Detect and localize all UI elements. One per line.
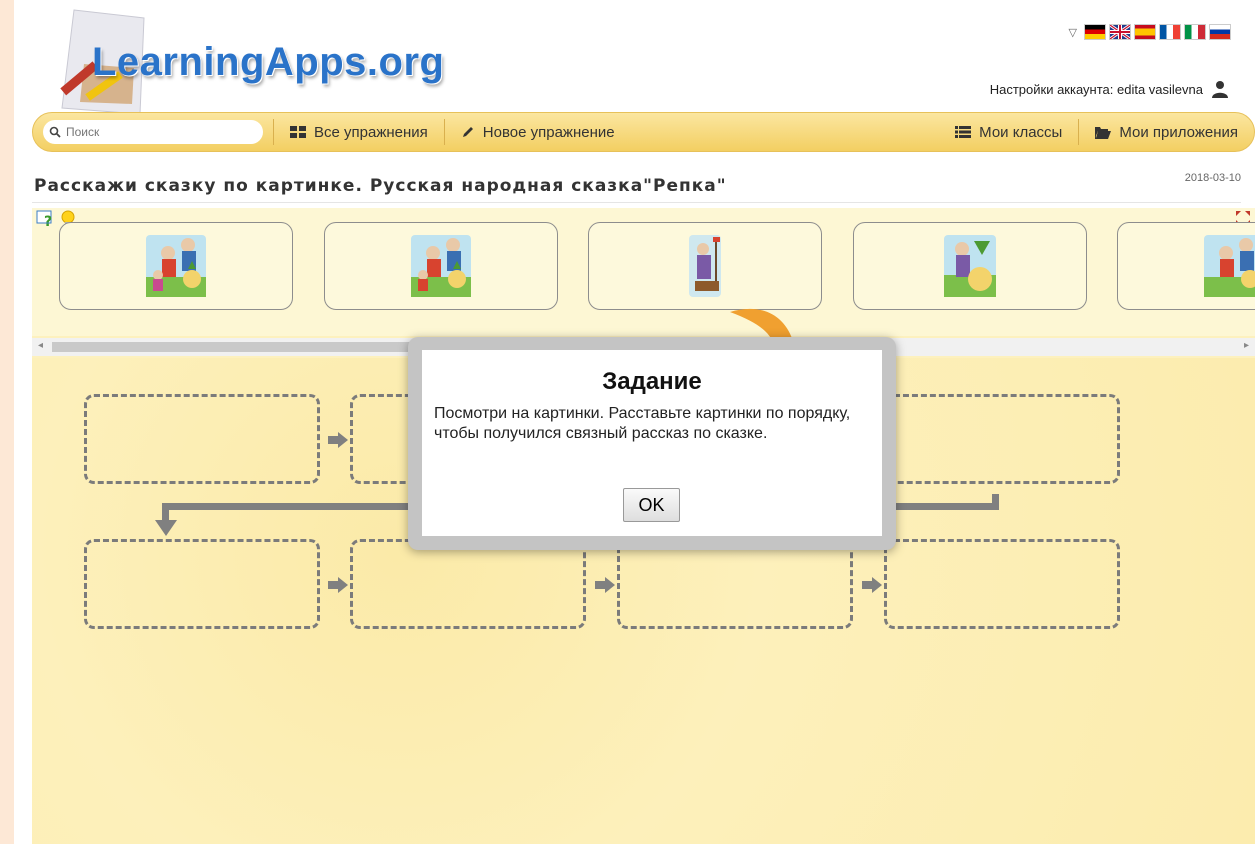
ok-button[interactable]: OK bbox=[623, 488, 680, 522]
pencil-icon bbox=[462, 127, 473, 137]
drop-slot[interactable] bbox=[884, 539, 1120, 629]
flag-es-icon[interactable] bbox=[1134, 24, 1156, 40]
scroll-right-arrow-icon[interactable]: ▸ bbox=[1244, 340, 1249, 351]
grandfather-planting-icon bbox=[689, 235, 721, 297]
search-input[interactable] bbox=[64, 124, 248, 140]
flag-ru-icon[interactable] bbox=[1209, 24, 1231, 40]
user-icon[interactable] bbox=[1211, 80, 1229, 98]
nav-new-exercise[interactable]: Новое упражнение bbox=[445, 113, 631, 151]
page: LearningApps.org ▽ Настройки аккаунта: e… bbox=[14, 0, 1255, 844]
family-pulling-turnip-icon bbox=[411, 235, 471, 297]
caret-down-icon[interactable]: ▽ bbox=[1069, 26, 1077, 39]
drop-slot[interactable] bbox=[84, 394, 320, 484]
card-strip: ? bbox=[32, 208, 1255, 336]
nav-all-exercises[interactable]: Все упражнения bbox=[274, 113, 444, 151]
search-icon bbox=[49, 126, 61, 138]
nav-my-apps[interactable]: Мои приложения bbox=[1079, 113, 1254, 151]
arrow-right-icon bbox=[595, 577, 615, 593]
nav-my-classes-label[interactable]: Мои классы bbox=[979, 124, 1062, 141]
family-pulling-turnip-icon bbox=[1204, 235, 1255, 297]
help-icon[interactable]: ? bbox=[36, 210, 58, 228]
divider bbox=[32, 202, 1241, 203]
arrow-right-icon bbox=[328, 577, 348, 593]
grandfather-with-turnip-icon bbox=[944, 235, 996, 297]
nav-my-classes[interactable]: Мои классы bbox=[939, 113, 1078, 151]
flag-it-icon[interactable] bbox=[1184, 24, 1206, 40]
flag-de-icon[interactable] bbox=[1084, 24, 1106, 40]
drop-slot[interactable] bbox=[617, 539, 853, 629]
picture-card[interactable] bbox=[59, 222, 293, 310]
family-pulling-turnip-icon bbox=[146, 235, 206, 297]
picture-card[interactable] bbox=[588, 222, 822, 310]
scroll-left-arrow-icon[interactable]: ◂ bbox=[38, 340, 43, 351]
flag-en-icon[interactable] bbox=[1109, 24, 1131, 40]
nav-all-exercises-label[interactable]: Все упражнения bbox=[314, 124, 428, 141]
picture-card[interactable] bbox=[1117, 222, 1255, 310]
nav-my-apps-label[interactable]: Мои приложения bbox=[1119, 124, 1238, 141]
main-nav: Все упражнения Новое упражнение Мои клас… bbox=[32, 112, 1255, 152]
search-box[interactable] bbox=[43, 120, 263, 144]
picture-card[interactable] bbox=[324, 222, 558, 310]
arrow-right-icon bbox=[862, 577, 882, 593]
list-icon bbox=[955, 126, 972, 138]
folder-icon bbox=[1095, 126, 1112, 139]
grid-icon bbox=[290, 126, 306, 138]
svg-text:?: ? bbox=[44, 214, 52, 228]
dialog-text: Посмотри на картинки. Расставьте картинк… bbox=[434, 405, 851, 442]
site-logo[interactable]: LearningApps.org bbox=[92, 40, 444, 85]
task-dialog: Задание Посмотри на картинки. Расставьте… bbox=[422, 350, 882, 536]
exercise-date: 2018-03-10 bbox=[1184, 172, 1241, 184]
account-label[interactable]: Настройки аккаунта: edita vasilevna bbox=[990, 82, 1203, 97]
arrow-down-icon bbox=[155, 520, 177, 536]
account-settings-link[interactable]: Настройки аккаунта: edita vasilevna bbox=[990, 80, 1229, 98]
flag-fr-icon[interactable] bbox=[1159, 24, 1181, 40]
dialog-title: Задание bbox=[602, 368, 702, 395]
language-selector[interactable]: ▽ bbox=[1069, 24, 1231, 40]
arrow-right-icon bbox=[328, 432, 348, 448]
exercise-title: Расскажи сказку по картинке. Русская нар… bbox=[34, 176, 727, 196]
drop-slot[interactable] bbox=[350, 539, 586, 629]
drop-slot[interactable] bbox=[84, 539, 320, 629]
picture-card[interactable] bbox=[853, 222, 1087, 310]
drop-slot[interactable] bbox=[884, 394, 1120, 484]
nav-new-exercise-label[interactable]: Новое упражнение bbox=[483, 124, 615, 141]
